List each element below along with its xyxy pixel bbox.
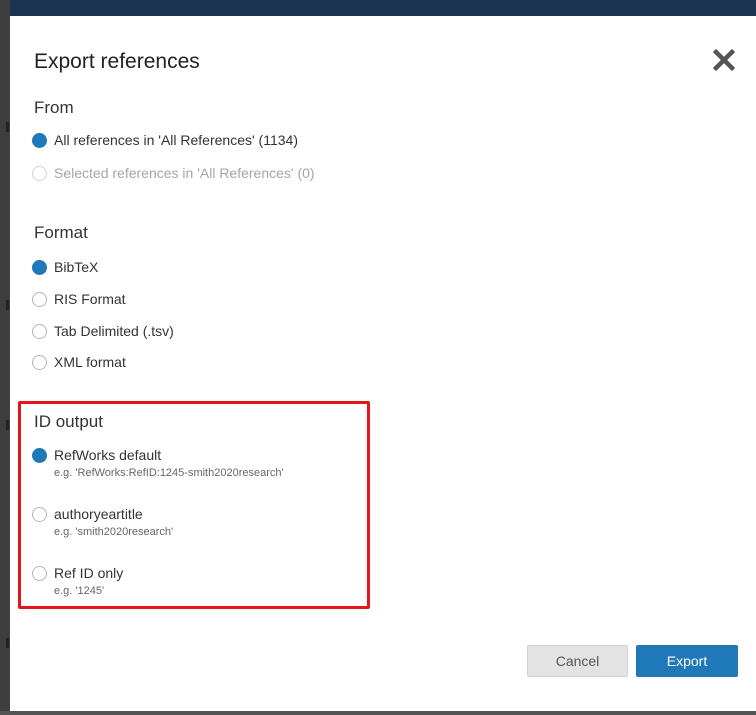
radio-checked-icon[interactable] <box>32 133 47 148</box>
radio-unchecked-icon[interactable] <box>32 355 47 370</box>
app-background-edge <box>0 0 10 715</box>
id-output-option-refworks-default[interactable]: RefWorks default e.g. 'RefWorks:RefID:12… <box>32 447 284 480</box>
format-section-label: Format <box>34 223 88 242</box>
radio-unchecked-icon[interactable] <box>32 324 47 339</box>
from-option-label: Selected references in 'All References' … <box>54 165 315 181</box>
cancel-button[interactable]: Cancel <box>527 645 628 677</box>
format-option-label: BibTeX <box>54 259 99 275</box>
radio-disabled-icon <box>32 166 47 181</box>
radio-unchecked-icon[interactable] <box>32 507 47 522</box>
background-tick <box>6 638 9 648</box>
radio-checked-icon[interactable] <box>32 448 47 463</box>
format-option-ris[interactable]: RIS Format <box>32 291 126 308</box>
close-button[interactable] <box>710 46 740 76</box>
id-output-option-ref-id-only[interactable]: Ref ID only e.g. '1245' <box>32 565 123 598</box>
id-output-option-example: e.g. 'RefWorks:RefID:1245-smith2020resea… <box>54 467 284 479</box>
from-section-label: From <box>34 98 74 117</box>
app-header-bar <box>0 0 756 16</box>
from-option-all-references[interactable]: All references in 'All References' (1134… <box>32 132 298 149</box>
export-references-dialog: Export references From All references in… <box>10 16 756 711</box>
radio-checked-icon[interactable] <box>32 260 47 275</box>
format-option-label: Tab Delimited (.tsv) <box>54 323 174 339</box>
id-output-option-label: authoryeartitle <box>54 506 143 522</box>
dialog-title: Export references <box>34 50 200 73</box>
close-x-icon <box>712 48 736 72</box>
id-output-option-authoryeartitle[interactable]: authoryeartitle e.g. 'smith2020research' <box>32 506 173 539</box>
background-tick <box>6 122 9 132</box>
radio-unchecked-icon[interactable] <box>32 292 47 307</box>
from-option-selected-references[interactable]: Selected references in 'All References' … <box>32 165 315 182</box>
format-option-bibtex[interactable]: BibTeX <box>32 259 98 276</box>
id-output-option-example: e.g. '1245' <box>54 585 105 597</box>
format-option-label: RIS Format <box>54 291 126 307</box>
radio-unchecked-icon[interactable] <box>32 566 47 581</box>
format-option-tab-delimited[interactable]: Tab Delimited (.tsv) <box>32 323 174 340</box>
id-output-option-example: e.g. 'smith2020research' <box>54 526 174 538</box>
background-tick <box>6 420 9 430</box>
from-option-label: All references in 'All References' (1134… <box>54 132 298 148</box>
id-output-option-label: RefWorks default <box>54 447 162 463</box>
format-option-xml[interactable]: XML format <box>32 354 126 371</box>
format-option-label: XML format <box>54 354 126 370</box>
id-output-option-label: Ref ID only <box>54 565 124 581</box>
app-background-bottom <box>0 711 756 715</box>
export-button[interactable]: Export <box>636 645 738 677</box>
id-output-section-label: ID output <box>34 412 103 431</box>
background-tick <box>6 300 9 310</box>
